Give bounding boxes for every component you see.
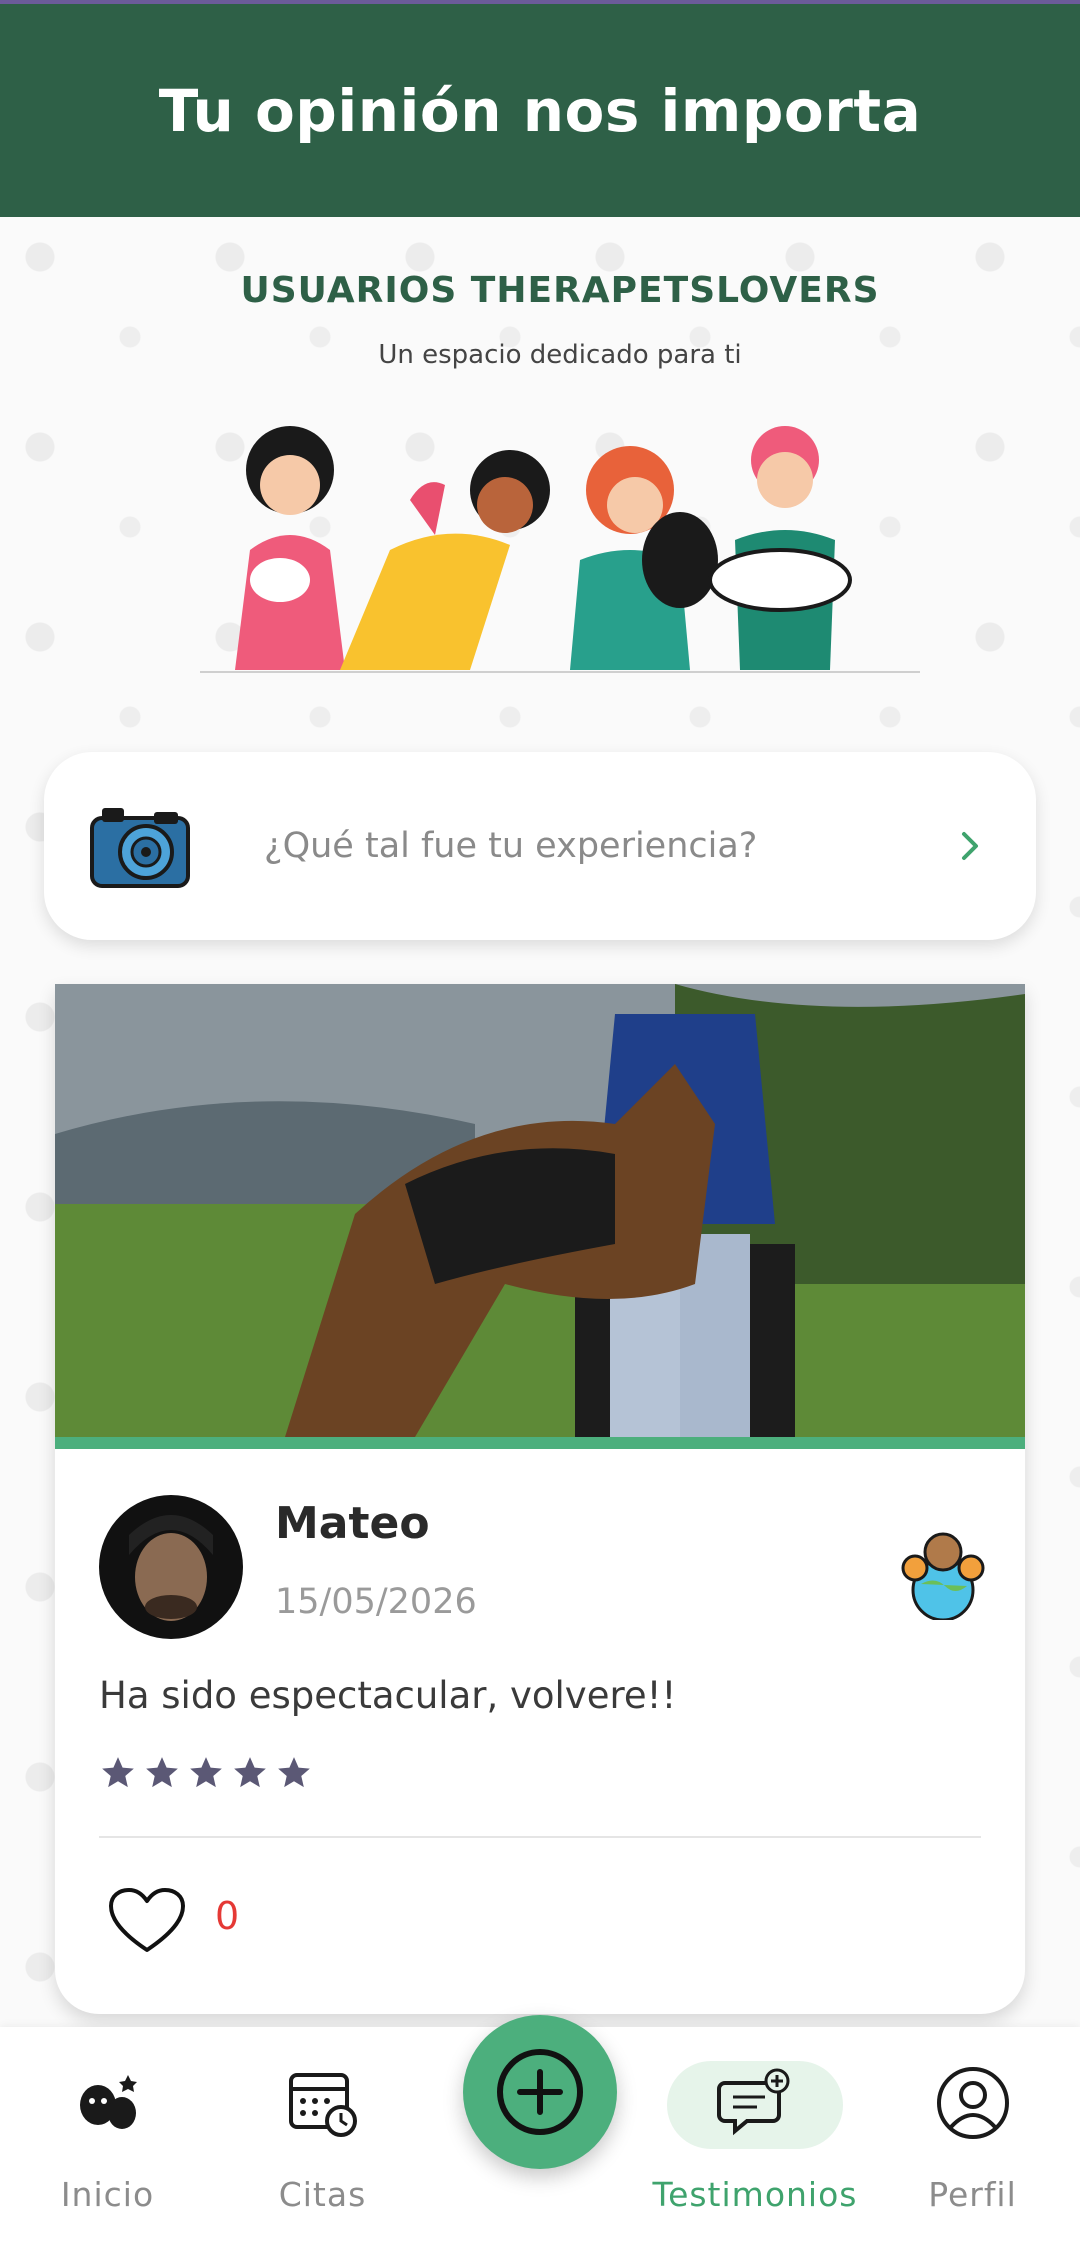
reviewer-name: Mateo — [275, 1498, 430, 1549]
star-icon — [278, 1757, 310, 1788]
testimonial-photo[interactable] — [55, 984, 1025, 1437]
nav-label: Testimonios — [652, 2175, 858, 2214]
banner-subtitle: Un espacio dedicado para ti — [378, 340, 742, 370]
nav-item-inicio[interactable]: Inicio — [0, 2027, 215, 2247]
camera-icon[interactable] — [88, 804, 192, 890]
pets-world-icon — [901, 1532, 985, 1620]
nav-item-citas[interactable]: Citas — [215, 2027, 430, 2247]
avatar[interactable] — [99, 1495, 243, 1639]
star-icon — [102, 1757, 134, 1788]
review-comment: Ha sido espectacular, volvere!! — [99, 1674, 677, 1717]
page-title: Tu opinión nos importa — [158, 76, 922, 145]
chat-icon — [717, 2068, 790, 2136]
like-count: 0 — [215, 1894, 240, 1938]
star-icon — [146, 1757, 178, 1788]
review-date: 15/05/2026 — [275, 1582, 477, 1622]
calendar-icon — [288, 2073, 357, 2137]
nav-label: Inicio — [60, 2175, 155, 2214]
banner-title: USUARIOS THERAPETSLOVERS — [240, 270, 880, 311]
add-testimonial-button[interactable] — [463, 2015, 617, 2169]
star-icon — [234, 1757, 266, 1788]
experience-placeholder[interactable]: ¿Qué tal fue tu experiencia? — [264, 752, 757, 940]
people-with-pets-illustration — [200, 426, 920, 673]
community-banner: USUARIOS THERAPETSLOVERS Un espacio dedi… — [180, 270, 940, 680]
star-rating — [99, 1754, 313, 1792]
divider — [99, 1836, 981, 1838]
chevron-right-icon[interactable] — [948, 824, 992, 868]
nav-label: Citas — [278, 2175, 367, 2214]
user-icon — [936, 2067, 1009, 2139]
heart-icon[interactable] — [107, 1886, 187, 1956]
plus-circle-icon — [497, 2049, 583, 2135]
pets-icon — [79, 2075, 137, 2129]
nav-label: Perfil — [928, 2175, 1017, 2214]
app-header: Tu opinión nos importa — [0, 4, 1080, 217]
photo-accent-line — [55, 1437, 1025, 1449]
testimonial-card: Mateo 15/05/2026 Ha sido espectacular, v… — [55, 984, 1025, 2014]
nav-item-testimonios[interactable]: Testimonios — [645, 2027, 865, 2247]
experience-input-card[interactable]: ¿Qué tal fue tu experiencia? — [44, 752, 1036, 940]
nav-item-perfil[interactable]: Perfil — [865, 2027, 1080, 2247]
star-icon — [190, 1757, 222, 1788]
